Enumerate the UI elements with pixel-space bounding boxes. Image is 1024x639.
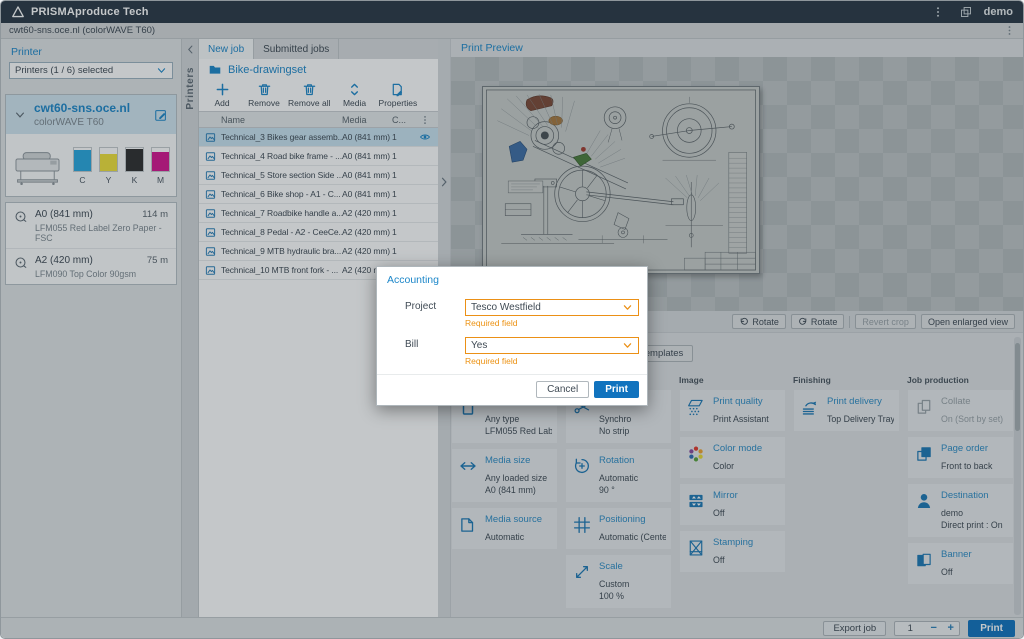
cancel-button[interactable]: Cancel bbox=[536, 381, 589, 398]
dialog-print-button[interactable]: Print bbox=[594, 381, 639, 398]
bill-select[interactable]: Yes bbox=[465, 337, 639, 354]
accounting-dialog: Accounting Project Tesco Westfield Requi… bbox=[376, 266, 648, 406]
required-hint: Required field bbox=[465, 318, 639, 328]
field-label: Project bbox=[385, 301, 465, 328]
select-value: Yes bbox=[471, 340, 487, 351]
chevron-down-icon bbox=[622, 340, 633, 351]
required-hint: Required field bbox=[465, 356, 639, 366]
dialog-field-project: Project Tesco Westfield Required field bbox=[385, 299, 639, 328]
field-label: Bill bbox=[385, 339, 465, 366]
project-select[interactable]: Tesco Westfield bbox=[465, 299, 639, 316]
chevron-down-icon bbox=[622, 302, 633, 313]
dialog-title: Accounting bbox=[377, 267, 647, 288]
app-window: PRISMAproduce Tech demo cwt60-sns.oce.nl… bbox=[0, 0, 1024, 639]
select-value: Tesco Westfield bbox=[471, 302, 541, 313]
dialog-field-bill: Bill Yes Required field bbox=[385, 337, 639, 366]
